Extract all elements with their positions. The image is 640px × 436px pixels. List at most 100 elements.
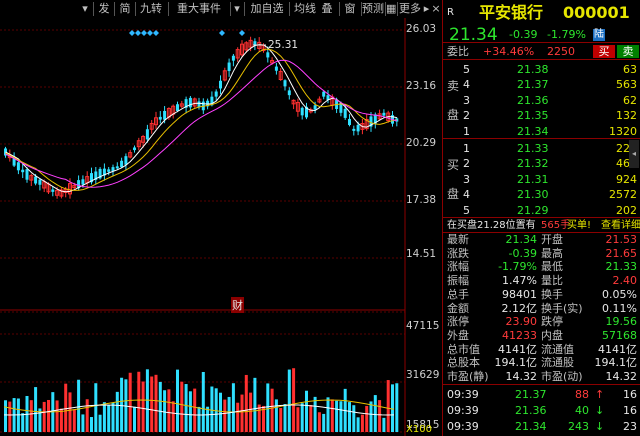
- volume-bar: [85, 399, 89, 432]
- volume-bar: [270, 388, 274, 432]
- volume-bar: [4, 400, 7, 432]
- tick-row: 09:39 21.37 88 ↑ 16: [443, 387, 640, 402]
- volume-bar: [236, 402, 240, 432]
- toolbar-item-nine-turn[interactable]: 九转: [137, 1, 165, 17]
- volume-bar: [193, 388, 197, 432]
- toolbar-divider: [168, 2, 169, 16]
- level-number: 3: [463, 172, 470, 186]
- order-book-row[interactable]: 3 21.36 62: [443, 93, 640, 108]
- volume-bar: [382, 417, 386, 432]
- volume-bar: [231, 383, 235, 432]
- volume-bar: [68, 392, 72, 432]
- market-tag-badge: 陆: [593, 29, 605, 41]
- volume-bar: [141, 381, 145, 432]
- tick-volume: 40: [575, 404, 589, 417]
- volume-bar: [296, 407, 300, 432]
- dropdown-arrow-icon[interactable]: ▾: [232, 1, 242, 17]
- toolbar-item-window[interactable]: 窗: [340, 1, 360, 17]
- weibi-value: +34.46%: [483, 45, 535, 58]
- volume-bar: [356, 417, 360, 432]
- volume-bar: [274, 399, 278, 432]
- stat-value: 194.1亿: [494, 356, 538, 370]
- earnings-event-marker[interactable]: 财: [231, 297, 244, 313]
- volume-axis-tick: 47115: [406, 320, 440, 332]
- order-book-row[interactable]: 4 21.37 563: [443, 77, 640, 92]
- volume-bar: [326, 397, 330, 432]
- up-arrow-icon: ↑: [595, 388, 605, 401]
- order-book-row[interactable]: 4 21.30 2572: [443, 187, 640, 202]
- stats-row: 最新 21.34 开盘 21.53: [443, 233, 640, 247]
- tick-time: 09:39: [447, 404, 479, 417]
- toolbar-item-forecast[interactable]: 预测: [362, 1, 384, 17]
- volume-bar: [210, 386, 214, 432]
- order-book-row[interactable]: 5 21.29 202: [443, 203, 640, 218]
- stat-label: 总股本: [447, 356, 480, 370]
- stat-label: 市盈(动): [541, 370, 583, 383]
- toolbar-item-simple[interactable]: 简: [116, 1, 134, 17]
- price-axis-tick: 20.29: [406, 137, 437, 149]
- side-expand-tab[interactable]: ◂: [629, 140, 639, 168]
- candle-body: [348, 118, 351, 126]
- toolbar-item-add-watchlist[interactable]: 加自选: [246, 1, 288, 17]
- stat-value: 23.90: [505, 315, 538, 329]
- dropdown-arrow-icon[interactable]: ▾: [80, 1, 90, 17]
- price-axis-tick: 26.03: [406, 23, 437, 35]
- volume-bar: [150, 376, 154, 432]
- candle-body: [266, 52, 270, 58]
- kline-chart[interactable]: 26.03 23.16 20.29 17.38 14.51 47115 3162…: [0, 18, 442, 436]
- level-number: 1: [463, 142, 470, 155]
- close-icon[interactable]: ×: [431, 1, 441, 17]
- grid-icon[interactable]: ▦: [386, 1, 396, 17]
- volume-bar: [378, 400, 382, 432]
- candle-body: [21, 169, 25, 173]
- volume-bar: [330, 399, 334, 432]
- stat-label: 跌停: [541, 315, 563, 329]
- toolbar-item-fa[interactable]: 发: [95, 1, 113, 17]
- order-book-row[interactable]: 5 21.38 63: [443, 62, 640, 77]
- volume-bar: [171, 401, 175, 432]
- sell-button[interactable]: 卖: [617, 45, 639, 58]
- volume-bar: [292, 368, 296, 432]
- level-price: 21.29: [517, 203, 549, 217]
- stock-code: 000001: [563, 3, 630, 22]
- toolbar-item-overlay[interactable]: 叠: [316, 1, 338, 17]
- level-number: 5: [463, 203, 470, 217]
- stats-row: 涨幅 -1.79% 最低 21.33: [443, 260, 640, 274]
- toolbar-item-more[interactable]: 更多: [398, 1, 422, 17]
- toolbar-item-major-events[interactable]: 重大事件: [170, 1, 228, 17]
- view-detail-link[interactable]: 查看详细: [601, 218, 640, 233]
- level-price: 21.35: [517, 109, 549, 123]
- volume-bar: [21, 413, 25, 432]
- quote-panel: R 平安银行 000001 21.34 -0.39 -1.79% 陆 委比 +3…: [442, 0, 640, 436]
- order-book-row[interactable]: 2 21.32 463: [443, 156, 640, 171]
- volume-bar: [313, 396, 317, 432]
- candle-body: [300, 107, 304, 116]
- volume-bar: [72, 409, 76, 432]
- stat-label: 涨幅: [447, 260, 469, 274]
- volume-bar: [339, 401, 343, 432]
- buy-button[interactable]: 买: [593, 45, 615, 58]
- volume-bar: [266, 383, 270, 432]
- big-order-notice: 在买盘21.28位置有 565手 买单! 查看详细: [443, 218, 640, 233]
- more-arrow-icon[interactable]: ▸: [422, 1, 431, 17]
- toolbar-item-ma[interactable]: 均线: [291, 1, 319, 17]
- candle-body: [219, 80, 222, 89]
- stat-label: 涨停: [447, 315, 469, 329]
- volume-bar: [335, 400, 339, 432]
- order-book-row[interactable]: 3 21.31 924: [443, 172, 640, 187]
- level-number: 5: [463, 63, 470, 76]
- kline-svg: [0, 18, 406, 436]
- stat-label: 市盈(静): [447, 370, 489, 383]
- order-book-row[interactable]: 1 21.33 229: [443, 141, 640, 156]
- order-book-row[interactable]: 1 21.34 1320: [443, 124, 640, 139]
- order-book-row[interactable]: 2 21.35 132: [443, 108, 640, 123]
- candle-body: [16, 162, 20, 171]
- tick-row: 09:39 21.34 243 ↓ 23: [443, 419, 640, 434]
- volume-bar: [163, 390, 167, 432]
- volume-bar: [253, 377, 257, 432]
- candle-body: [133, 147, 136, 151]
- volume-bar: [90, 417, 93, 432]
- ma-line-mid: [5, 48, 397, 191]
- toolbar-divider: [114, 2, 115, 16]
- stat-value: 1.47%: [502, 274, 537, 288]
